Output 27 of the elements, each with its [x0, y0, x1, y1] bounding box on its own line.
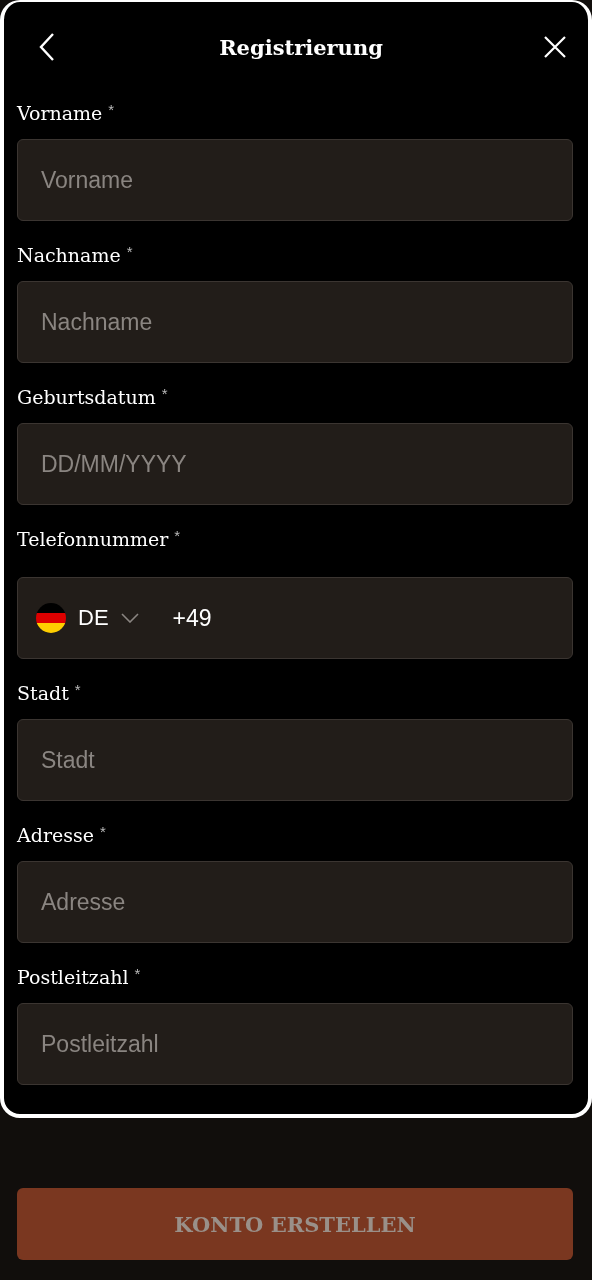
input-field[interactable]: Adresse [17, 861, 573, 943]
field-label: Stadt [17, 681, 69, 705]
required-mark: * [74, 681, 81, 699]
field-label: Nachname [17, 243, 121, 267]
field-label: Vorname [17, 101, 103, 125]
flag-icon [36, 603, 66, 633]
required-mark: * [99, 823, 106, 841]
input-field[interactable]: Vorname [17, 139, 573, 221]
required-mark: * [161, 385, 168, 403]
field-label: Geburtsdatum [17, 385, 156, 409]
chevron-down-icon [120, 613, 139, 623]
field-label: Postleitzahl [17, 965, 129, 989]
input-field[interactable]: DD/MM/YYYY [17, 423, 573, 505]
field-label: Adresse [17, 823, 94, 847]
country-select[interactable]: DE [36, 603, 139, 633]
input-field[interactable]: Nachname [17, 281, 573, 363]
required-mark: * [174, 527, 181, 545]
required-mark: * [108, 101, 115, 119]
field-label: Telefonnummer [17, 527, 169, 551]
input-field[interactable]: Stadt [17, 719, 573, 801]
screen-title: Registrierung [219, 34, 383, 60]
input-field[interactable]: Postleitzahl [17, 1003, 573, 1085]
required-mark: * [126, 243, 133, 261]
close-button[interactable] [543, 35, 567, 59]
close-icon [543, 35, 567, 59]
required-mark: * [134, 965, 141, 983]
phone-input[interactable]: +49 [172, 604, 554, 632]
